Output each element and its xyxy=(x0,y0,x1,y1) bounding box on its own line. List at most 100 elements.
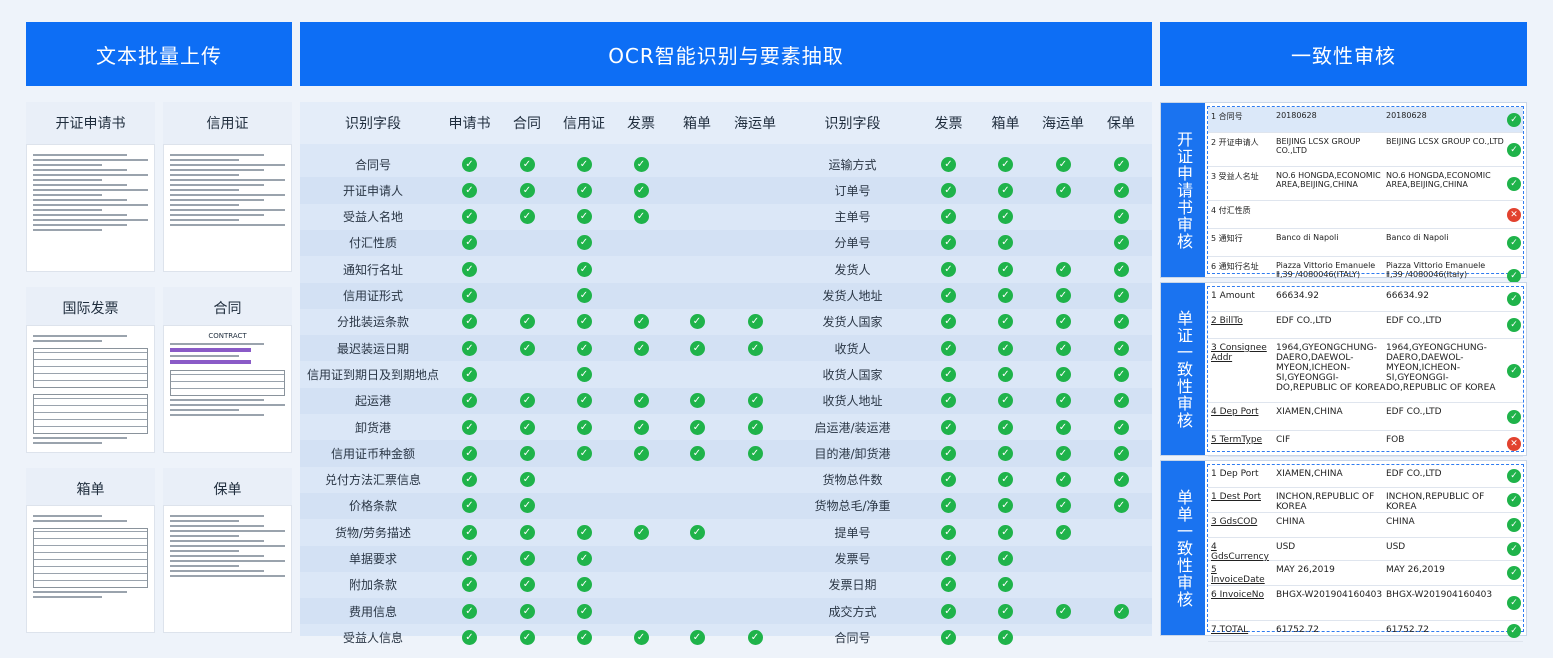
check-circle-icon: ✓ xyxy=(998,629,1013,645)
doc-thumb-invoice[interactable] xyxy=(26,325,155,453)
check-cell: ✓ xyxy=(613,414,669,440)
check-cell: ✓ xyxy=(920,624,977,650)
check-circle-icon: ✓ xyxy=(576,629,592,645)
review-row[interactable]: 5 通知行 Banco di Napoli Banco di Napoli ✓ xyxy=(1208,229,1523,257)
left-field-label: 合同号 xyxy=(354,157,391,172)
check-cell: ✓ xyxy=(555,598,613,624)
review-row[interactable]: 2 开证申请人 BEIJING LCSX GROUP CO.,LTD BEIJING… xyxy=(1208,133,1523,167)
check-circle-icon: ✓ xyxy=(689,393,705,409)
check-circle-icon: ✓ xyxy=(1507,112,1521,127)
source-value: XIAMEN,CHINA xyxy=(1276,407,1343,417)
review-row[interactable]: 4 付汇性质 ✕ xyxy=(1208,201,1523,229)
check-cell: ✓ xyxy=(555,361,613,387)
check-circle-icon: ✓ xyxy=(576,524,592,540)
review-row[interactable]: 4 GdsCurrency USD USD ✓ xyxy=(1208,538,1523,562)
check-circle-icon: ✓ xyxy=(998,314,1013,330)
right-field-label: 发货人国家 xyxy=(822,315,883,330)
check-circle-icon: ✓ xyxy=(462,629,477,645)
check-cell: ✓ xyxy=(555,572,613,598)
review-row[interactable]: 3 Consignee Addr 1964,GYEONGCHUNG-DAERO,D… xyxy=(1208,339,1523,403)
review-row[interactable]: 3 GdsCOD CHINA CHINA ✓ xyxy=(1208,513,1523,538)
source-value: BEIJING LCSX GROUP CO.,LTD xyxy=(1276,137,1361,155)
doc-thumb-lc[interactable] xyxy=(163,144,292,272)
check-cell: ✓ xyxy=(613,388,669,414)
check-cell: ✓ xyxy=(499,440,555,466)
review-row[interactable]: 1 Amount 66634.92 66634.92 ✓ xyxy=(1208,287,1523,312)
check-cell: ✓ xyxy=(499,414,555,440)
check-circle-icon: ✓ xyxy=(1507,542,1521,556)
check-cell: ✓ xyxy=(977,414,1034,440)
check-circle-icon: ✓ xyxy=(633,393,649,409)
doc-thumb-packing[interactable] xyxy=(26,505,155,633)
review-row[interactable]: 2 BillTo EDF CO.,LTD EDF CO.,LTD ✓ xyxy=(1208,312,1523,339)
review-row[interactable]: 5 TermType CIF FOB ✕ xyxy=(1208,431,1523,457)
left-field-label: 付汇性质 xyxy=(348,236,397,251)
review-field: 3 受益人名址 xyxy=(1211,172,1259,181)
review-row[interactable]: 1 Dest Port INCHON,REPUBLIC OF KOREA INCHO… xyxy=(1208,488,1523,513)
check-cell: ✓ xyxy=(725,414,785,440)
source-value: NO.6 HONGDA,ECONOMIC AREA,BEIJING,CHINA xyxy=(1276,171,1381,189)
right-field-label: 货物总毛/净重 xyxy=(814,499,891,514)
check-circle-icon: ✓ xyxy=(576,419,592,435)
review-row[interactable]: 6 InvoiceNo BHGX-W201904160403 BHGX-W20190… xyxy=(1208,586,1523,621)
check-circle-icon: ✓ xyxy=(1113,603,1129,619)
check-cell: ✓ xyxy=(725,335,785,361)
review-row[interactable]: 7 TOTAL 61752.72 61752.72 ✓ xyxy=(1208,621,1523,642)
left-field-label: 信用证币种金额 xyxy=(330,446,415,461)
check-circle-icon: ✓ xyxy=(576,393,592,409)
check-circle-icon: ✓ xyxy=(1055,340,1071,356)
right-field-label: 发票号 xyxy=(834,552,871,566)
check-cell: ✓ xyxy=(1092,598,1150,624)
table-row: 货物/劳务描述 ✓ ✓ ✓ ✓ ✓ 提单号 ✓ ✓ ✓ xyxy=(300,519,1152,545)
check-cell: ✓ xyxy=(977,204,1034,230)
check-circle-icon: ✓ xyxy=(576,551,592,566)
target-value: CHINA xyxy=(1386,517,1415,527)
check-cell: ✓ xyxy=(440,335,499,361)
check-cell: ✓ xyxy=(613,151,669,177)
check-circle-icon: ✓ xyxy=(998,472,1013,488)
review-row[interactable]: 1 合同号 20180628 20180628 ✓ xyxy=(1208,107,1523,133)
target-value: EDF CO.,LTD xyxy=(1386,469,1442,479)
target-value: USD xyxy=(1386,542,1406,552)
review-field: 5 TermType xyxy=(1211,435,1263,445)
review-row[interactable]: 4 Dep Port XIAMEN,CHINA EDF CO.,LTD ✓ xyxy=(1208,403,1523,431)
check-cell: ✓ xyxy=(440,467,499,493)
check-cell: ✓ xyxy=(1092,493,1150,519)
check-circle-icon: ✓ xyxy=(462,288,477,303)
review-row[interactable]: 1 Dep Port XIAMEN,CHINA EDF CO.,LTD ✓ xyxy=(1208,465,1523,488)
check-circle-icon: ✓ xyxy=(462,393,477,409)
check-cell: ✓ xyxy=(1092,177,1150,203)
right-field-label: 订单号 xyxy=(834,183,871,198)
review-row[interactable]: 5 InvoiceDate MAY 26,2019 MAY 26,2019 ✓ xyxy=(1208,561,1523,586)
right-field-label: 发票日期 xyxy=(828,578,877,593)
check-cell: ✓ xyxy=(977,283,1034,309)
review-row[interactable]: 3 受益人名址 NO.6 HONGDA,ECONOMIC AREA,BEIJING… xyxy=(1208,167,1523,201)
left-header-1: 申请书 xyxy=(448,116,491,132)
x-circle-icon: ✕ xyxy=(1507,436,1521,451)
check-circle-icon: ✓ xyxy=(998,445,1013,461)
doc-thumb-contract[interactable]: CONTRACT xyxy=(163,325,292,453)
check-cell: ✓ xyxy=(555,335,613,361)
doc-thumb-application[interactable] xyxy=(26,144,155,272)
doc-thumb-insurance[interactable] xyxy=(163,505,292,633)
check-cell: ✓ xyxy=(440,204,499,230)
review-field: 1 Dep Port xyxy=(1211,469,1259,479)
check-circle-icon: ✓ xyxy=(998,156,1013,172)
check-circle-icon: ✓ xyxy=(462,366,477,382)
check-circle-icon: ✓ xyxy=(576,156,592,172)
check-circle-icon: ✓ xyxy=(689,340,705,356)
check-cell: ✓ xyxy=(440,283,499,309)
doc-label-packing: 箱单 xyxy=(26,468,155,510)
check-circle-icon: ✓ xyxy=(1055,419,1071,435)
check-circle-icon: ✓ xyxy=(633,209,649,225)
right-field-label: 启运港/装运港 xyxy=(814,420,891,435)
check-circle-icon: ✓ xyxy=(1507,363,1521,378)
check-circle-icon: ✓ xyxy=(1055,288,1071,303)
target-value: 20180628 xyxy=(1386,111,1427,120)
check-circle-icon: ✓ xyxy=(998,209,1013,225)
table-row: 信用证形式 ✓ ✓ 发货人地址 ✓ ✓ ✓ ✓ xyxy=(300,282,1152,309)
check-circle-icon: ✓ xyxy=(747,419,763,435)
check-circle-icon: ✓ xyxy=(1055,393,1071,409)
check-circle-icon: ✓ xyxy=(1507,493,1521,507)
target-value: FOB xyxy=(1386,435,1405,445)
